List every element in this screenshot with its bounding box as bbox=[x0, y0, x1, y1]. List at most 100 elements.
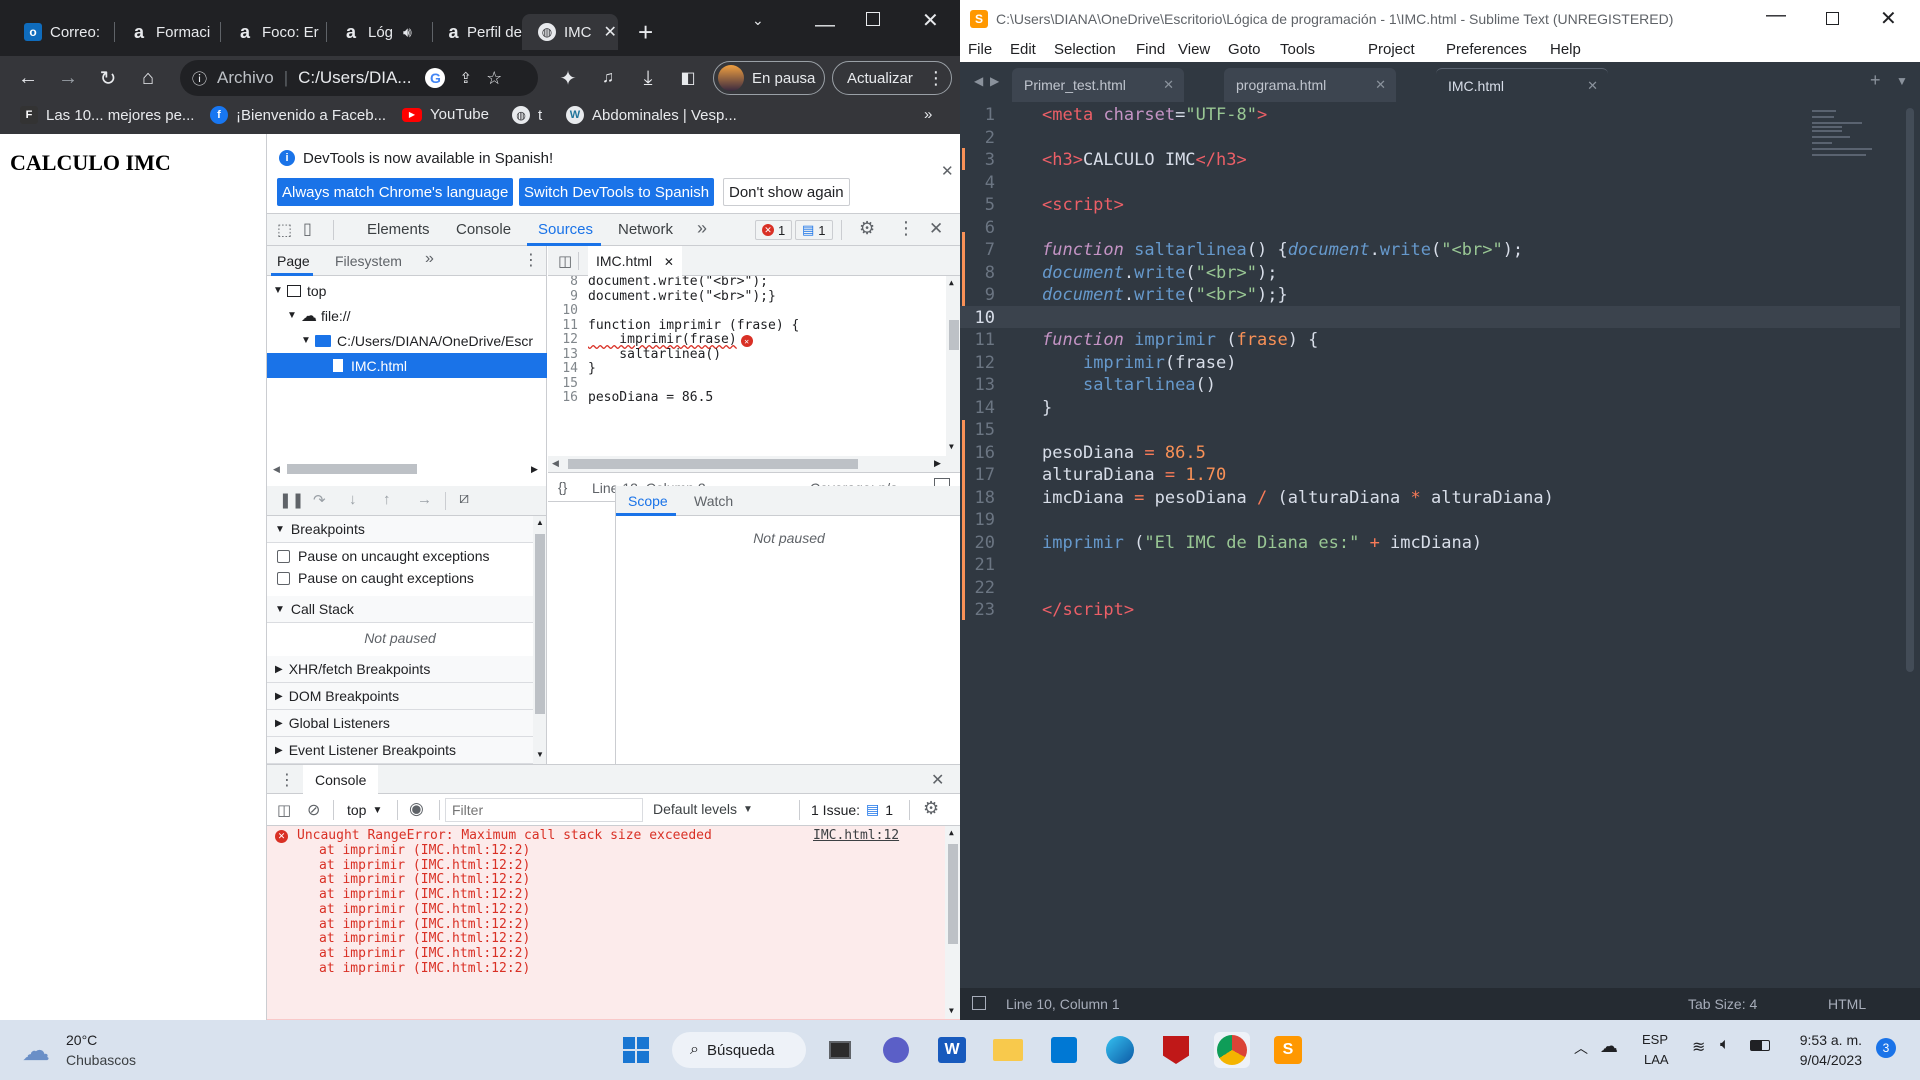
switch-spanish-button[interactable]: Switch DevTools to Spanish bbox=[519, 178, 715, 206]
close-tab-icon[interactable]: ✕ bbox=[1375, 77, 1386, 93]
bookmark-item[interactable]: ▶ YouTube bbox=[402, 106, 489, 123]
search-box[interactable]: ⌕ Búsqueda bbox=[672, 1032, 806, 1068]
tree-file-selected[interactable]: IMC.html bbox=[267, 353, 547, 378]
address-bar[interactable]: ⓘ Archivo | C:/Users/DIA... G ⇪ ☆ bbox=[180, 60, 538, 96]
profile-paused-button[interactable]: En pausa bbox=[713, 61, 825, 95]
close-window-icon[interactable]: ✕ bbox=[1880, 6, 1897, 31]
pause-icon[interactable]: ❚❚ bbox=[279, 491, 304, 509]
maximize-icon[interactable] bbox=[866, 12, 880, 26]
log-levels-dropdown[interactable]: Default levels ▼ bbox=[653, 801, 753, 817]
tab-prev-icon[interactable]: ◀ bbox=[974, 74, 983, 88]
tab-network[interactable]: Network bbox=[618, 221, 673, 238]
tab-watch[interactable]: Watch bbox=[694, 493, 733, 509]
forward-icon[interactable]: → bbox=[54, 64, 82, 92]
dont-show-again-button[interactable]: Don't show again bbox=[723, 178, 850, 206]
file-explorer-icon[interactable] bbox=[990, 1032, 1026, 1068]
dom-breakpoints-section[interactable]: ▶ DOM Breakpoints bbox=[267, 683, 533, 710]
battery-icon[interactable] bbox=[1750, 1040, 1770, 1051]
menu-view[interactable]: View bbox=[1178, 41, 1210, 58]
editor-hscrollbar[interactable]: ◀ ▶ bbox=[548, 456, 960, 472]
tab-elements[interactable]: Elements bbox=[367, 221, 430, 238]
syntax-button[interactable]: HTML bbox=[1828, 996, 1866, 1012]
tab-primer-test[interactable]: Primer_test.html ✕ bbox=[1012, 68, 1184, 102]
wifi-icon[interactable]: ≋ bbox=[1692, 1037, 1705, 1057]
nav-menu-icon[interactable]: ⋮ bbox=[523, 250, 539, 270]
close-infobar-icon[interactable]: ✕ bbox=[941, 162, 954, 180]
devtools-menu-icon[interactable]: ⋮ bbox=[897, 218, 915, 239]
call-stack-section[interactable]: ▼ Call Stack bbox=[267, 596, 533, 623]
issue-counter[interactable]: ▤ 1 bbox=[795, 220, 833, 240]
close-editor-tab-icon[interactable]: ✕ bbox=[664, 255, 674, 269]
step-icon[interactable]: → bbox=[417, 491, 432, 508]
bookmark-item[interactable]: W Abdominales | Vesp... bbox=[566, 106, 737, 124]
minimize-icon[interactable]: — bbox=[1766, 4, 1786, 27]
close-tab-icon[interactable]: ✕ bbox=[1587, 78, 1598, 94]
clear-console-icon[interactable]: ⊘ bbox=[307, 800, 320, 820]
update-button[interactable]: Actualizar ⋮ bbox=[832, 61, 952, 95]
menu-kebab-icon[interactable]: ⋮ bbox=[927, 68, 945, 89]
tab-list-icon[interactable]: ▼ bbox=[1896, 74, 1908, 88]
breakpoints-section[interactable]: ▼ Breakpoints bbox=[267, 516, 533, 543]
minimap[interactable] bbox=[1812, 108, 1884, 168]
tab-next-icon[interactable]: ▶ bbox=[990, 74, 999, 88]
deactivate-breakpoints-icon[interactable]: ⧄ bbox=[459, 490, 469, 508]
google-lens-icon[interactable]: G bbox=[425, 68, 446, 88]
tab-foco[interactable]: a Foco: Er bbox=[220, 14, 324, 50]
back-icon[interactable]: ← bbox=[14, 64, 42, 92]
media-control-icon[interactable]: ♫ bbox=[594, 64, 622, 92]
edge-icon[interactable] bbox=[1102, 1032, 1138, 1068]
tab-page[interactable]: Page bbox=[277, 253, 310, 269]
more-bookmarks-icon[interactable]: » bbox=[924, 106, 932, 123]
tab-perfil[interactable]: a Perfil de bbox=[432, 14, 522, 50]
code-editor[interactable]: 8 document.write("<br>"); 9 document.write(… bbox=[548, 276, 960, 456]
weather-icon[interactable]: ☁ bbox=[22, 1034, 50, 1067]
console-scrollbar[interactable]: ▲ ▼ bbox=[945, 826, 960, 1019]
tab-scope[interactable]: Scope bbox=[628, 493, 668, 509]
console-filter-input[interactable] bbox=[445, 798, 643, 822]
download-icon[interactable]: ⤓ bbox=[634, 64, 662, 92]
more-nav-icon[interactable]: » bbox=[425, 250, 434, 268]
show-hidden-icons[interactable]: ︿ bbox=[1574, 1038, 1588, 1058]
chrome-icon[interactable] bbox=[1214, 1032, 1250, 1068]
store-icon[interactable] bbox=[1046, 1032, 1082, 1068]
global-listeners-section[interactable]: ▶ Global Listeners bbox=[267, 710, 533, 737]
device-toolbar-icon[interactable]: ▯ bbox=[303, 219, 312, 239]
tree-origin[interactable]: ▼ ☁ file:// bbox=[267, 303, 547, 328]
issues-button[interactable]: 1 Issue: ▤ 1 bbox=[811, 801, 893, 818]
onedrive-icon[interactable]: ☁ bbox=[1600, 1036, 1618, 1057]
sidebar-scrollbar[interactable]: ▲ ▼ bbox=[533, 516, 546, 764]
pretty-print-icon[interactable]: {} bbox=[558, 479, 567, 495]
new-tab-icon[interactable]: + bbox=[1870, 70, 1881, 91]
teams-chat-icon[interactable] bbox=[878, 1032, 914, 1068]
tab-logica[interactable]: a Lóg 🔊︎ bbox=[326, 14, 430, 50]
notification-badge[interactable]: 3 bbox=[1876, 1038, 1896, 1058]
live-expression-eye-icon[interactable]: ◉ bbox=[409, 799, 424, 819]
side-panel-icon[interactable]: ◧ bbox=[674, 64, 702, 92]
step-out-icon[interactable]: ↑ bbox=[383, 491, 391, 508]
drawer-menu-icon[interactable]: ⋮ bbox=[279, 770, 295, 790]
close-tab-icon[interactable]: ✕ bbox=[1163, 77, 1174, 93]
match-language-button[interactable]: Always match Chrome's language bbox=[277, 178, 514, 206]
console-sidebar-icon[interactable]: ◫ bbox=[277, 801, 291, 819]
tab-sources[interactable]: Sources bbox=[538, 221, 593, 238]
close-tab-icon[interactable]: ✕ bbox=[604, 22, 617, 42]
word-icon[interactable]: W bbox=[934, 1032, 970, 1068]
tab-console[interactable]: Console bbox=[456, 221, 511, 238]
close-drawer-icon[interactable]: ✕ bbox=[931, 770, 944, 790]
info-icon[interactable]: ⓘ bbox=[192, 68, 207, 89]
tree-folder[interactable]: ▼ C:/Users/DIANA/OneDrive/Escr bbox=[267, 328, 547, 353]
tab-imc[interactable]: IMC.html ✕ bbox=[1436, 68, 1608, 102]
menu-find[interactable]: Find bbox=[1136, 41, 1165, 58]
bookmark-item[interactable]: ◍ t bbox=[512, 106, 542, 124]
reload-icon[interactable]: ↻ bbox=[94, 64, 122, 92]
error-source-link[interactable]: IMC.html:12 bbox=[813, 828, 899, 843]
share-icon[interactable]: ⇪ bbox=[459, 69, 472, 87]
checkbox[interactable] bbox=[277, 571, 290, 585]
tab-size-button[interactable]: Tab Size: 4 bbox=[1688, 996, 1757, 1012]
horizontal-scrollbar[interactable]: ◀ ▶ bbox=[273, 462, 541, 476]
bookmark-star-icon[interactable]: ☆ bbox=[486, 68, 502, 89]
extensions-icon[interactable]: ✦ bbox=[554, 64, 582, 92]
step-over-icon[interactable]: ↷ bbox=[313, 491, 326, 509]
xhr-breakpoints-section[interactable]: ▶ XHR/fetch Breakpoints bbox=[267, 656, 533, 683]
maximize-icon[interactable] bbox=[1826, 12, 1839, 25]
